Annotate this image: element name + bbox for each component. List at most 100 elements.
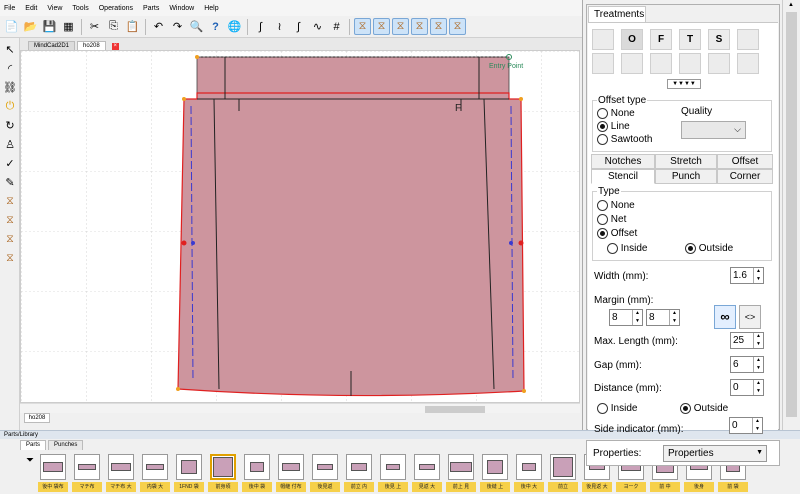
type-net-option[interactable]: Net (597, 214, 626, 225)
distance-outside-option[interactable]: Outside (680, 403, 728, 414)
margin-input-2[interactable]: 8 ▲ ▼ (646, 309, 680, 326)
menu-tools[interactable]: Tools (72, 5, 88, 12)
point-marker[interactable] (182, 97, 186, 101)
margin-input-1[interactable]: 8 ▲ ▼ (609, 309, 643, 326)
part-thumbnail[interactable]: 帽継 付布 (276, 452, 306, 492)
offset-sawtooth-option[interactable]: Sawtooth (597, 134, 652, 145)
tab-punches[interactable]: Punches (48, 440, 84, 450)
stencil-tool-icon[interactable]: ⧖ (411, 18, 428, 35)
treatment-slot[interactable] (592, 29, 614, 50)
treatment-slot[interactable] (650, 53, 672, 74)
type-offset-option[interactable]: Offset (597, 228, 637, 239)
tab-offset[interactable]: Offset (717, 154, 773, 169)
point-marker[interactable] (176, 387, 180, 391)
stencil-tool-icon[interactable]: ⧖ (373, 18, 390, 35)
swap-arrows-icon[interactable]: <> (739, 305, 761, 329)
treatment-t-button[interactable]: T (679, 29, 701, 50)
new-file-icon[interactable]: 📄 (3, 18, 20, 35)
rotate-icon[interactable]: ↻ (2, 117, 18, 133)
tab-stretch[interactable]: Stretch (655, 154, 717, 169)
part-thumbnail[interactable]: 後中 袋布 (38, 452, 68, 492)
pen-icon[interactable]: ✎ (2, 174, 18, 190)
part-thumbnail[interactable]: 内袋 大 (140, 452, 170, 492)
point-marker[interactable] (191, 241, 195, 245)
part-thumbnail[interactable]: 見返 大 (412, 452, 442, 492)
grid-tool-icon[interactable]: # (328, 18, 345, 35)
width-input[interactable]: 1.6 ▲ ▼ (730, 267, 764, 284)
side-indicator-input[interactable]: 0 ▲ ▼ (729, 417, 763, 434)
treatment-slot[interactable] (737, 53, 759, 74)
main-pattern-piece[interactable] (177, 92, 525, 397)
tab-punch[interactable]: Punch (655, 169, 717, 184)
offset-none-option[interactable]: None (597, 108, 635, 119)
tab-mindcad[interactable]: MindCad2D1 (28, 41, 76, 50)
globe-icon[interactable]: 🌐 (226, 18, 243, 35)
stencil-tool-icon[interactable]: ⧖ (392, 18, 409, 35)
copy-icon[interactable]: ⎘ (105, 18, 122, 35)
tab-corner[interactable]: Corner (717, 169, 773, 184)
spline-icon[interactable]: ∿ (309, 18, 326, 35)
spin-arrows-icon[interactable]: ▲ ▼ (752, 418, 762, 433)
part-thumbnail[interactable]: 後見 上 (378, 452, 408, 492)
tab-parts[interactable]: Parts (20, 440, 47, 450)
point-marker[interactable] (509, 241, 513, 245)
part-thumbnail[interactable]: 後中 袋 (242, 452, 272, 492)
spin-arrows-icon[interactable]: ▲ ▼ (753, 357, 763, 372)
stencil-tool-icon[interactable]: ⧖ (354, 18, 371, 35)
treatment-slot[interactable] (592, 53, 614, 74)
pointer-icon[interactable]: ↖ (2, 41, 18, 57)
power-icon[interactable]: ⏻ (2, 98, 18, 114)
point-marker[interactable] (195, 55, 199, 59)
redo-icon[interactable]: ↷ (169, 18, 186, 35)
grid-view-icon[interactable]: ▦ (60, 18, 77, 35)
cut-icon[interactable]: ✂ (86, 18, 103, 35)
menu-parts[interactable]: Parts (143, 5, 159, 12)
treatment-o-button[interactable]: O (621, 29, 643, 50)
spin-arrows-icon[interactable]: ▲ ▼ (753, 268, 763, 283)
gap-input[interactable]: 6 ▲ ▼ (730, 356, 764, 373)
tab-stencil[interactable]: Stencil (591, 169, 655, 184)
menu-window[interactable]: Window (169, 5, 194, 12)
spin-arrows-icon[interactable]: ▲ ▼ (632, 310, 642, 325)
zoom-icon[interactable]: 🔍 (188, 18, 205, 35)
panel-scrollbar[interactable]: ▲ (782, 0, 800, 430)
part-thumbnail[interactable]: 前立 内 (344, 452, 374, 492)
part-thumbnail[interactable]: 後見返 (310, 452, 340, 492)
menu-edit[interactable]: Edit (25, 5, 37, 12)
menu-view[interactable]: View (47, 5, 62, 12)
undo-icon[interactable]: ↶ (150, 18, 167, 35)
scroll-thumb[interactable] (786, 12, 797, 417)
treatment-s-button[interactable]: S (708, 29, 730, 50)
offset-line-option[interactable]: Line (597, 121, 630, 132)
stencil-left-icon[interactable]: ⧖ (2, 212, 18, 228)
bezier-icon[interactable]: ∫ (290, 18, 307, 35)
paste-icon[interactable]: 📋 (124, 18, 141, 35)
properties-dropdown[interactable]: Properties ▼ (663, 445, 767, 462)
max-length-input[interactable]: 25 ▲ ▼ (730, 332, 764, 349)
figure-icon[interactable]: ♙ (2, 136, 18, 152)
stencil-tool-icon[interactable]: ⧖ (430, 18, 447, 35)
quality-dropdown[interactable]: ⌵ (681, 121, 746, 139)
treatment-f-button[interactable]: F (650, 29, 672, 50)
open-folder-icon[interactable]: 📂 (22, 18, 39, 35)
treatment-slot[interactable] (679, 53, 701, 74)
arc-icon[interactable]: ◜ (2, 60, 18, 76)
save-icon[interactable]: 💾 (41, 18, 58, 35)
tab-notches[interactable]: Notches (591, 154, 655, 169)
menu-file[interactable]: File (4, 5, 15, 12)
close-tab-icon[interactable]: × (111, 43, 119, 50)
menu-operations[interactable]: Operations (99, 5, 133, 12)
spin-arrows-icon[interactable]: ▲ ▼ (669, 310, 679, 325)
expand-button[interactable]: ▼▼▼▼ (667, 79, 701, 89)
point-marker[interactable] (181, 240, 187, 246)
stencil-left-icon[interactable]: ⧖ (2, 250, 18, 266)
treatment-slot[interactable] (737, 29, 759, 50)
distance-input[interactable]: 0 ▲ ▼ (730, 379, 764, 396)
point-marker[interactable] (519, 97, 523, 101)
help-icon[interactable]: ? (207, 18, 224, 35)
part-thumbnail[interactable]: 前上 見 (446, 452, 476, 492)
horizontal-scrollbar[interactable] (20, 403, 580, 413)
stencil-left-icon[interactable]: ⧖ (2, 193, 18, 209)
treatment-slot[interactable] (708, 53, 730, 74)
chain-icon[interactable]: ⛓ (2, 79, 18, 95)
